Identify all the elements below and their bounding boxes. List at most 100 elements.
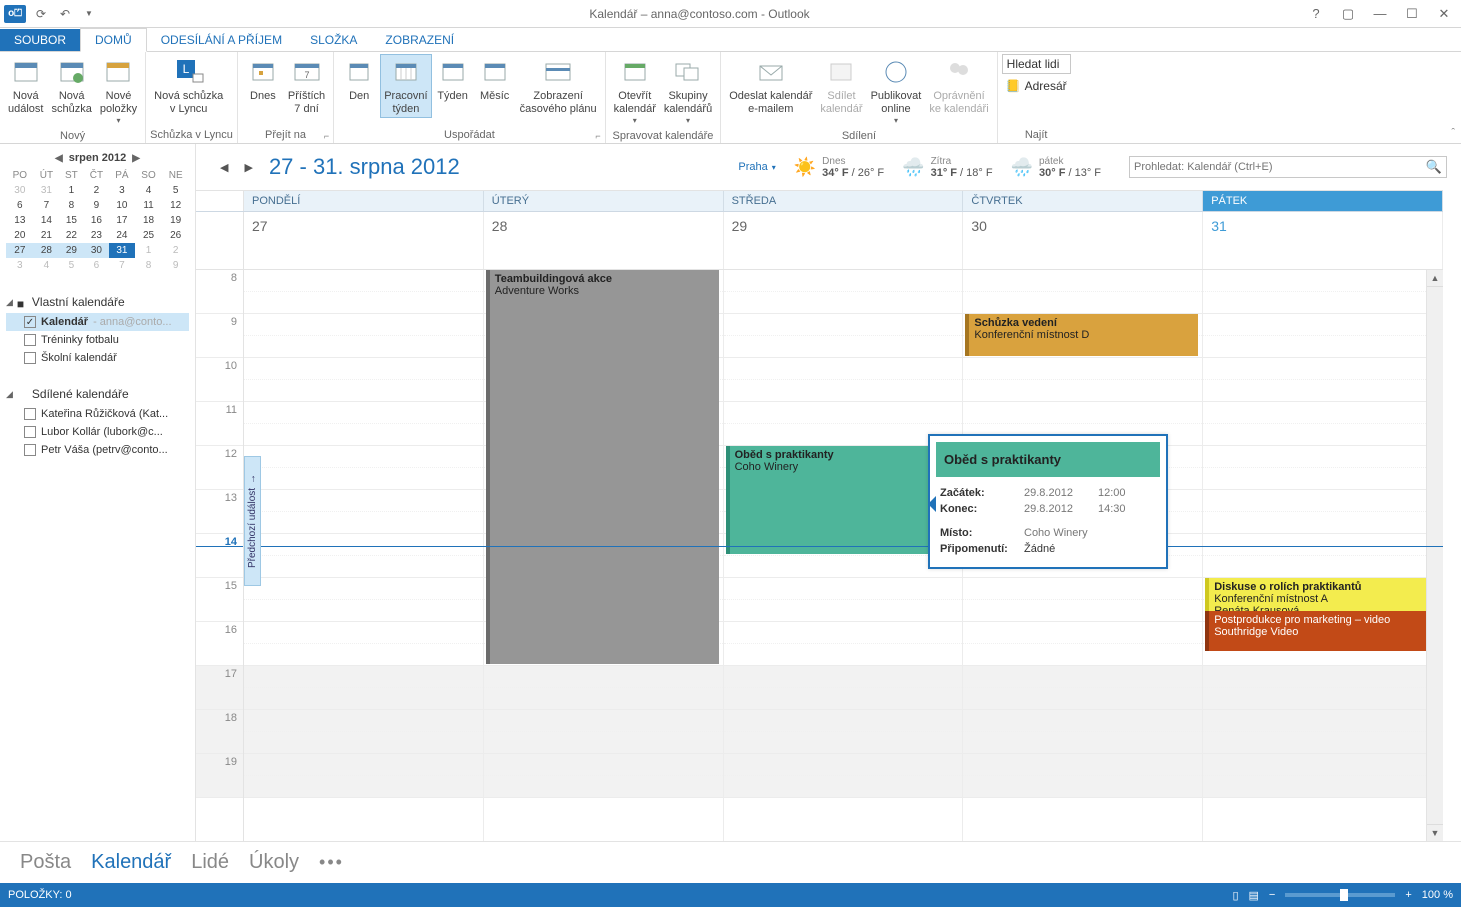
mini-calendar-grid[interactable]: POÚTSTČTPÁSONE 3031123456789101112131415… [6, 168, 189, 273]
calendar-event[interactable]: Teambuildingová akceAdventure Works [486, 270, 719, 664]
mini-day[interactable]: 9 [162, 258, 189, 273]
calendar-item[interactable]: Školní kalendář [6, 349, 189, 367]
mini-day[interactable]: 14 [34, 213, 60, 228]
calendar-event[interactable]: Schůzka vedeníKonferenční místnost D [965, 314, 1198, 356]
mini-day[interactable]: 22 [59, 228, 83, 243]
qat-undo-icon[interactable]: ↶ [56, 5, 74, 23]
mini-day[interactable]: 18 [135, 213, 163, 228]
mini-day[interactable]: 9 [84, 198, 110, 213]
mini-day[interactable]: 10 [109, 198, 135, 213]
mini-day[interactable]: 24 [109, 228, 135, 243]
mini-day[interactable]: 6 [6, 198, 34, 213]
tab-home[interactable]: DOMŮ [80, 28, 147, 52]
mini-day[interactable]: 6 [84, 258, 110, 273]
calendar-item[interactable]: Lubor Kollár (lubork@c... [6, 423, 189, 441]
maximize-icon[interactable]: ☐ [1397, 3, 1427, 25]
checkbox-icon[interactable] [24, 334, 36, 346]
help-icon[interactable]: ? [1301, 3, 1331, 25]
minimize-icon[interactable]: — [1365, 3, 1395, 25]
publish-online-button[interactable]: Publikovat online▾ [867, 54, 926, 128]
mini-day[interactable]: 3 [6, 258, 34, 273]
day-column[interactable]: Předchozí událost→ [244, 270, 484, 841]
checkbox-icon[interactable] [24, 352, 36, 364]
mini-day[interactable]: 7 [109, 258, 135, 273]
mini-prev-icon[interactable]: ◀ [55, 153, 63, 164]
calendar-groups-button[interactable]: Skupiny kalendářů▾ [660, 54, 716, 128]
vertical-scrollbar[interactable]: ▲ ▼ [1426, 270, 1443, 841]
mini-day[interactable]: 4 [135, 183, 163, 198]
mini-day[interactable]: 23 [84, 228, 110, 243]
mini-day[interactable]: 3 [109, 183, 135, 198]
zoom-out-icon[interactable]: − [1269, 889, 1275, 901]
mini-day[interactable]: 31 [109, 243, 135, 258]
search-box[interactable]: 🔍 [1129, 156, 1447, 178]
mini-day[interactable]: 30 [84, 243, 110, 258]
checkbox-icon[interactable] [24, 408, 36, 420]
lync-meeting-button[interactable]: LNová schůzka v Lyncu [150, 54, 227, 118]
day-column[interactable]: Oběd s praktikantyCoho Winery [724, 270, 964, 841]
mini-day[interactable]: 13 [6, 213, 34, 228]
nav-more-icon[interactable]: ••• [319, 852, 344, 873]
qat-sendreceive-icon[interactable]: ⟳ [32, 5, 50, 23]
find-people-input[interactable]: Hledat lidi [1002, 54, 1071, 74]
mini-day[interactable]: 29 [59, 243, 83, 258]
view-normal-icon[interactable]: ▯ [1232, 889, 1238, 902]
zoom-in-icon[interactable]: + [1405, 889, 1411, 901]
mini-day[interactable]: 28 [34, 243, 60, 258]
month-view-button[interactable]: Měsíc [474, 54, 516, 105]
today-button[interactable]: Dnes [242, 54, 284, 105]
calendar-item[interactable]: ✓Kalendář - anna@conto... [6, 313, 189, 331]
allday-cell[interactable]: 29 [724, 212, 964, 269]
mini-day[interactable]: 20 [6, 228, 34, 243]
mini-day[interactable]: 17 [109, 213, 135, 228]
checkbox-icon[interactable] [24, 426, 36, 438]
calendar-event[interactable]: Oběd s praktikantyCoho Winery [726, 446, 959, 554]
calendar-event[interactable]: Postprodukce pro marketing – videoSouthr… [1205, 611, 1438, 651]
checkbox-icon[interactable]: ✓ [24, 316, 36, 328]
qat-customize-icon[interactable]: ▼ [80, 5, 98, 23]
mini-day[interactable]: 1 [135, 243, 163, 258]
ribbon-display-icon[interactable]: ▢ [1333, 3, 1363, 25]
nav-mail[interactable]: Pošta [20, 851, 71, 874]
search-input[interactable] [1134, 161, 1426, 173]
schedule-view-button[interactable]: Zobrazení časového plánu [516, 54, 601, 118]
weather-city[interactable]: Praha ▾ [738, 161, 775, 173]
new-items-button[interactable]: Nové položky▾ [96, 54, 141, 128]
zoom-slider[interactable] [1285, 893, 1395, 897]
nav-tasks[interactable]: Úkoly [249, 851, 299, 874]
open-calendar-button[interactable]: Otevřít kalendář▾ [610, 54, 660, 128]
mini-day[interactable]: 7 [34, 198, 60, 213]
previous-event-handle[interactable]: Předchozí událost→ [244, 456, 261, 586]
mini-day[interactable]: 5 [162, 183, 189, 198]
close-icon[interactable]: ✕ [1429, 3, 1459, 25]
tab-sendreceive[interactable]: ODESÍLÁNÍ A PŘÍJEM [147, 29, 296, 51]
mini-day[interactable]: 1 [59, 183, 83, 198]
mini-day[interactable]: 2 [162, 243, 189, 258]
calgroup-own[interactable]: ◢■Vlastní kalendáře [6, 295, 189, 309]
calendar-item[interactable]: Kateřina Růžičková (Kat... [6, 405, 189, 423]
day-column[interactable]: Schůzka vedeníKonferenční místnost D [963, 270, 1203, 841]
mini-day[interactable]: 15 [59, 213, 83, 228]
nav-people[interactable]: Lidé [191, 851, 229, 874]
tab-file[interactable]: SOUBOR [0, 29, 80, 51]
mini-day[interactable]: 4 [34, 258, 60, 273]
workweek-view-button[interactable]: Pracovní týden [380, 54, 431, 118]
prev-week-icon[interactable]: ◀ [220, 161, 228, 174]
allday-cell[interactable]: 30 [963, 212, 1203, 269]
mini-day[interactable]: 11 [135, 198, 163, 213]
day-view-button[interactable]: Den [338, 54, 380, 105]
mini-day[interactable]: 8 [59, 198, 83, 213]
address-book-button[interactable]: 📒Adresář [1002, 77, 1071, 95]
mini-day[interactable]: 30 [6, 183, 34, 198]
new-appointment-button[interactable]: Nová událost [4, 54, 47, 118]
allday-cell[interactable]: 27 [244, 212, 484, 269]
collapse-ribbon-icon[interactable]: ˆ [1451, 127, 1455, 139]
mini-day[interactable]: 31 [34, 183, 60, 198]
view-list-icon[interactable]: ▤ [1249, 889, 1259, 902]
allday-cell[interactable]: 28 [484, 212, 724, 269]
calendar-item[interactable]: Tréninky fotbalu [6, 331, 189, 349]
next-week-icon[interactable]: ▶ [244, 161, 252, 174]
scroll-down-icon[interactable]: ▼ [1427, 824, 1443, 841]
day-column[interactable]: Teambuildingová akceAdventure Works [484, 270, 724, 841]
search-icon[interactable]: 🔍 [1426, 159, 1442, 175]
